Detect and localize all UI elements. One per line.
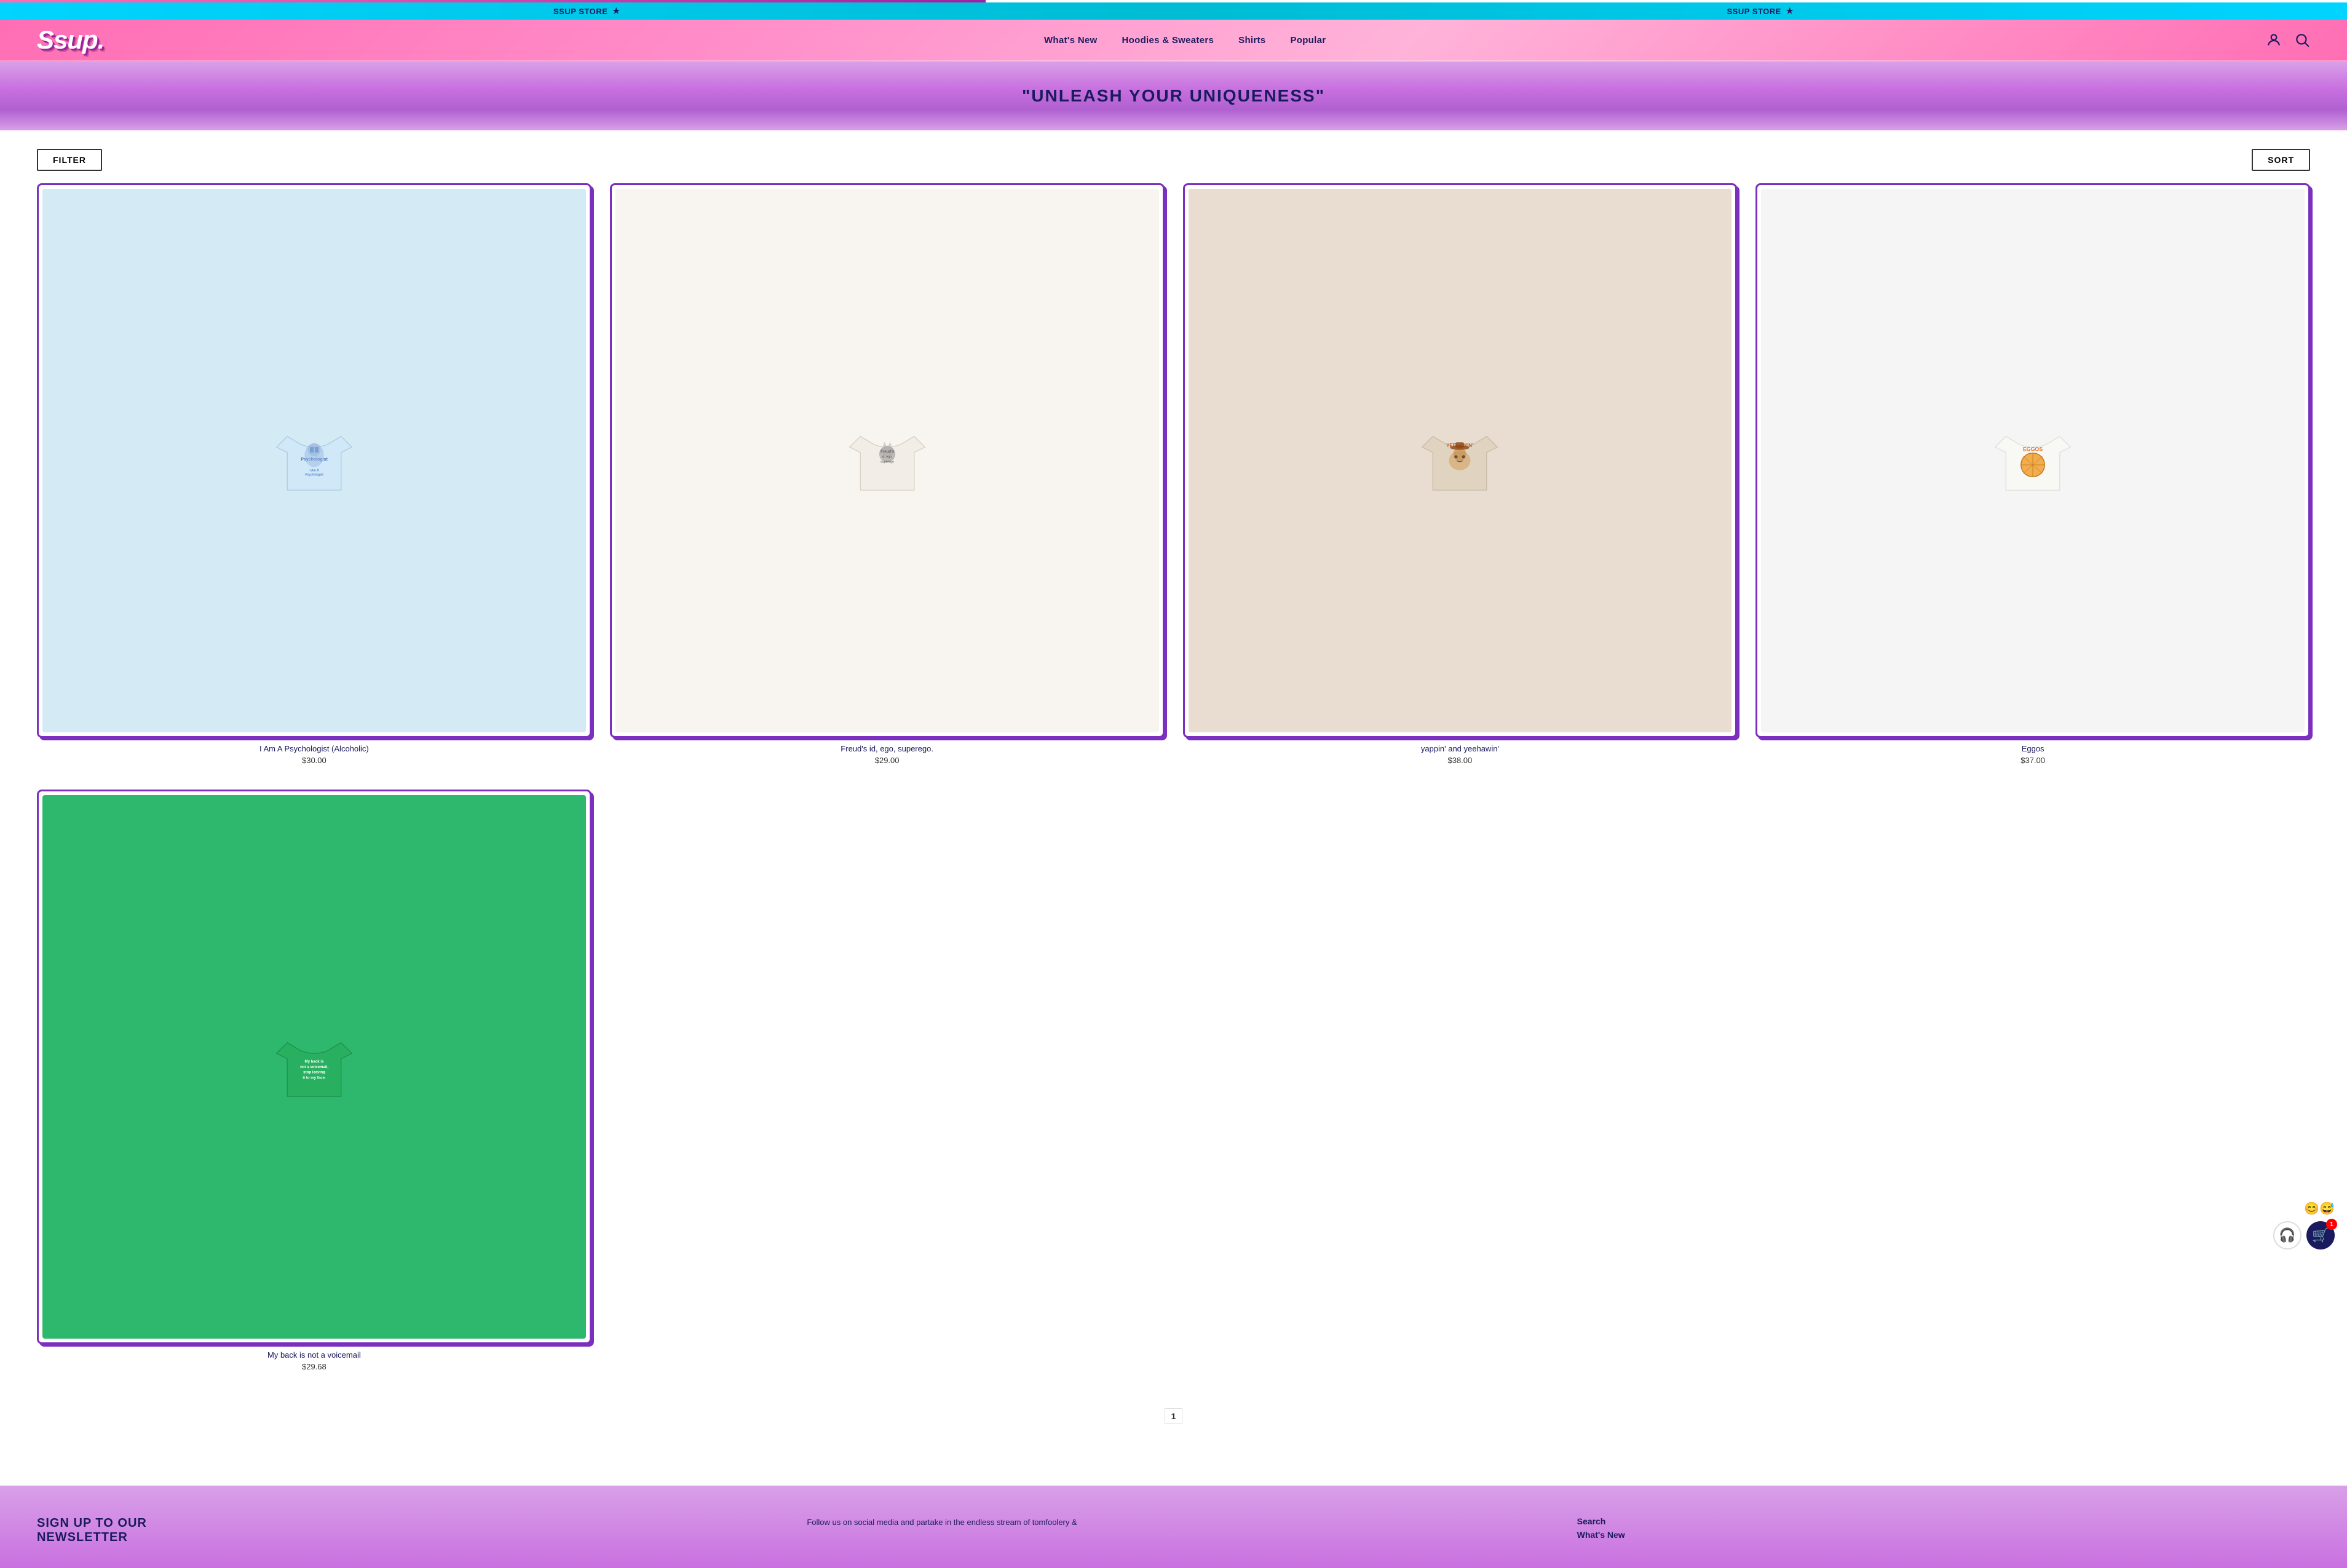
product-image: Psychologist I Am A Psychologist (42, 189, 586, 732)
main-content: FILTER SORT Psychologist (0, 130, 2347, 1486)
emoji-group: 😊 😅 (2304, 1201, 2335, 1216)
product-name: Freud's id, ego, superego. (610, 744, 1165, 753)
product-card[interactable]: My back is not a voicemail, stop leaving… (37, 790, 592, 1371)
nav-whats-new[interactable]: What's New (1044, 35, 1098, 46)
product-price: $29.00 (610, 756, 1165, 765)
svg-text:stop leaving: stop leaving (303, 1070, 325, 1074)
announcement-right: SSUP STORE ★ (1727, 6, 1794, 16)
product-card[interactable]: Psychologist I Am A Psychologist I Am A … (37, 183, 592, 765)
product-name: I Am A Psychologist (Alcoholic) (37, 744, 592, 753)
svg-text:it to my face.: it to my face. (303, 1075, 326, 1080)
product-image: YEEHAWIN' (1189, 189, 1732, 732)
logo[interactable]: Ssup. (37, 27, 104, 53)
header: Ssup. What's New Hoodies & Sweaters Shir… (0, 20, 2347, 61)
svg-text:not a voicemail,: not a voicemail, (300, 1064, 328, 1069)
user-icon[interactable] (2266, 32, 2282, 48)
footer-links: Search What's New (1577, 1516, 2310, 1543)
product-grid-row2: My back is not a voicemail, stop leaving… (37, 790, 2310, 1371)
announcement-left: SSUP STORE ★ (553, 6, 620, 16)
product-price: $38.00 (1183, 756, 1738, 765)
hero-title: "UNLEASH YOUR UNIQUENESS" (12, 86, 2335, 106)
product-card[interactable]: Freud's id, ego, superego Freud's id, eg… (610, 183, 1165, 765)
headset-icon: 🎧 (2279, 1227, 2295, 1243)
announcement-right-store: SSUP STORE (1727, 7, 1781, 16)
announcement-left-star: ★ (612, 6, 620, 16)
product-card[interactable]: YEEHAWIN' yappin' a (1183, 183, 1738, 765)
emoji-right: 😅 (2319, 1201, 2335, 1216)
product-image-wrapper: Psychologist I Am A Psychologist (37, 183, 592, 738)
filter-button[interactable]: FILTER (37, 149, 102, 171)
product-name: yappin' and yeehawin' (1183, 744, 1738, 753)
footer-social-text: Follow us on social media and partake in… (807, 1516, 1540, 1529)
svg-text:I Am A: I Am A (309, 469, 319, 472)
product-price: $30.00 (37, 756, 592, 765)
footer-link-search[interactable]: Search (1577, 1516, 2310, 1526)
chat-button[interactable]: 🎧 (2273, 1221, 2301, 1249)
footer-newsletter: SIGN UP TO OUR NEWSLETTER (37, 1516, 770, 1550)
main-nav: What's New Hoodies & Sweaters Shirts Pop… (1044, 35, 1326, 46)
footer: SIGN UP TO OUR NEWSLETTER Follow us on s… (0, 1486, 2347, 1568)
emoji-left: 😊 (2304, 1201, 2319, 1216)
pagination: 1 (37, 1396, 2310, 1449)
floating-icons: 😊 😅 🎧 🛒 1 (2273, 1201, 2335, 1249)
product-image-wrapper: EGGOS (1755, 183, 2310, 738)
cart-button[interactable]: 🛒 1 (2306, 1221, 2335, 1249)
product-name: Eggos (1755, 744, 2310, 753)
product-price: $37.00 (1755, 756, 2310, 765)
header-icons (2266, 32, 2310, 48)
announcement-bar: SSUP STORE ★ SSUP STORE ★ (0, 2, 2347, 20)
cart-icon: 🛒 (2312, 1227, 2329, 1243)
nav-hoodies-sweaters[interactable]: Hoodies & Sweaters (1122, 35, 1214, 46)
product-grid: Psychologist I Am A Psychologist I Am A … (37, 183, 2310, 765)
svg-text:superego: superego (881, 460, 894, 464)
page-1-link[interactable]: 1 (1165, 1408, 1183, 1424)
product-image: My back is not a voicemail, stop leaving… (42, 795, 586, 1339)
hero-banner: "UNLEASH YOUR UNIQUENESS" (0, 61, 2347, 130)
product-image-wrapper: YEEHAWIN' (1183, 183, 1738, 738)
product-price: $29.68 (37, 1362, 592, 1371)
svg-text:EGGOS: EGGOS (2023, 446, 2043, 452)
footer-social: Follow us on social media and partake in… (807, 1516, 1540, 1529)
footer-link-whats-new[interactable]: What's New (1577, 1530, 2310, 1540)
product-name: My back is not a voicemail (37, 1350, 592, 1360)
footer-newsletter-heading: SIGN UP TO OUR NEWSLETTER (37, 1516, 770, 1545)
product-image: EGGOS (1761, 189, 2305, 732)
product-image-wrapper: My back is not a voicemail, stop leaving… (37, 790, 592, 1344)
announcement-left-store: SSUP STORE (553, 7, 608, 16)
announcement-right-star: ★ (1786, 6, 1794, 16)
product-card[interactable]: EGGOS Eggos $37.00 (1755, 183, 2310, 765)
svg-text:My back is: My back is (304, 1059, 324, 1064)
svg-text:Psychologist: Psychologist (305, 473, 323, 477)
cart-badge: 1 (2326, 1219, 2337, 1230)
filter-sort-bar: FILTER SORT (37, 143, 2310, 183)
nav-shirts[interactable]: Shirts (1238, 35, 1265, 46)
product-image-wrapper: Freud's id, ego, superego (610, 183, 1165, 738)
nav-popular[interactable]: Popular (1290, 35, 1326, 46)
sort-button[interactable]: SORT (2252, 149, 2310, 171)
search-icon[interactable] (2294, 32, 2310, 48)
product-image: Freud's id, ego, superego (615, 189, 1159, 732)
